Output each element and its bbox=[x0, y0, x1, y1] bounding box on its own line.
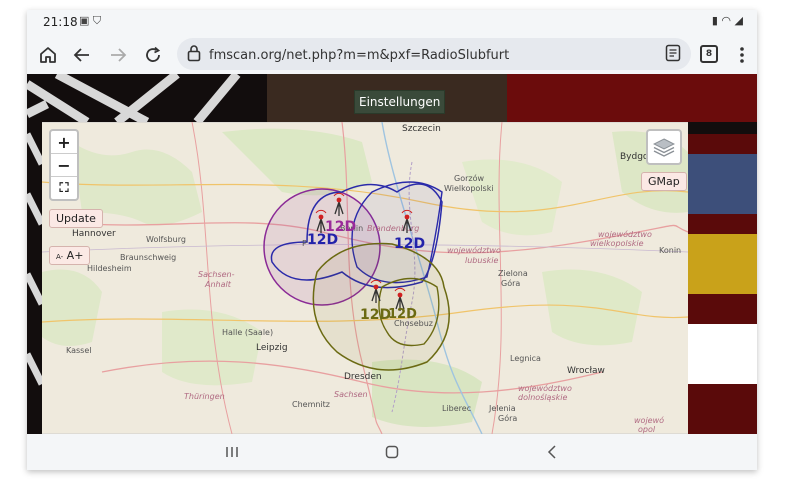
transmitter-icon[interactable] bbox=[370, 279, 382, 303]
zoom-in-button[interactable]: + bbox=[51, 131, 77, 154]
forward-icon[interactable] bbox=[103, 40, 133, 70]
transmitter-icon[interactable] bbox=[333, 192, 345, 216]
font-large-label: A+ bbox=[66, 249, 84, 262]
reload-icon[interactable] bbox=[138, 40, 168, 70]
home-icon[interactable] bbox=[33, 40, 63, 70]
battery-icon: ▮ bbox=[711, 14, 718, 27]
layers-button[interactable] bbox=[646, 129, 682, 165]
back-icon[interactable] bbox=[67, 40, 97, 70]
home-nav-icon[interactable] bbox=[377, 440, 407, 464]
font-small-label: A- bbox=[56, 253, 64, 261]
layers-icon bbox=[653, 138, 675, 157]
transmitter-label: 12D bbox=[388, 307, 417, 322]
web-content: Einstellungen Szczecin Bydgoszcz Gorzów … bbox=[27, 74, 757, 434]
recents-icon[interactable] bbox=[217, 440, 247, 464]
wifi-icon: ◠ bbox=[721, 14, 732, 27]
transmitter-label: 12D bbox=[307, 232, 339, 248]
update-button[interactable]: Update bbox=[49, 209, 103, 228]
zoom-control: + − ⛶ bbox=[49, 129, 79, 201]
coverage-map[interactable]: Szczecin Bydgoszcz Gorzów Wielkopolski H… bbox=[42, 122, 688, 434]
status-bar: 21:18 ▣ ⛉ ▮ ◠ ◢ bbox=[27, 10, 757, 34]
transmitter-icon[interactable] bbox=[401, 209, 413, 233]
menu-icon[interactable] bbox=[727, 40, 757, 70]
status-right-icons: ▮ ◠ ◢ bbox=[712, 14, 743, 27]
device-frame: 21:18 ▣ ⛉ ▮ ◠ ◢ fmscan.org/net.php?m=m&p… bbox=[27, 10, 757, 470]
browser-toolbar: 8 bbox=[27, 36, 757, 74]
reader-icon[interactable] bbox=[665, 44, 681, 66]
gmap-button[interactable]: GMap bbox=[641, 172, 687, 191]
lock-icon bbox=[187, 44, 201, 66]
status-left-icons: ▣ ⛉ bbox=[79, 14, 101, 28]
fullscreen-button[interactable]: ⛶ bbox=[51, 177, 77, 199]
image-icon: ▣ bbox=[79, 14, 90, 27]
transmitter-markers bbox=[315, 192, 413, 311]
back-nav-icon[interactable] bbox=[537, 440, 567, 464]
status-time: 21:18 bbox=[43, 15, 78, 29]
zoom-out-button[interactable]: − bbox=[51, 154, 77, 177]
shield-icon: ⛉ bbox=[92, 14, 102, 27]
android-nav-bar bbox=[27, 434, 757, 470]
signal-icon: ◢ bbox=[734, 14, 743, 27]
settings-button[interactable]: Einstellungen bbox=[354, 90, 446, 114]
url-input[interactable] bbox=[207, 42, 651, 68]
tabs-icon[interactable]: 8 bbox=[700, 45, 718, 63]
transmitter-label: 12D bbox=[394, 236, 426, 252]
transmitter-label: 12D bbox=[360, 307, 392, 323]
url-bar[interactable] bbox=[177, 38, 691, 70]
font-size-button[interactable]: A- A+ bbox=[49, 246, 91, 265]
